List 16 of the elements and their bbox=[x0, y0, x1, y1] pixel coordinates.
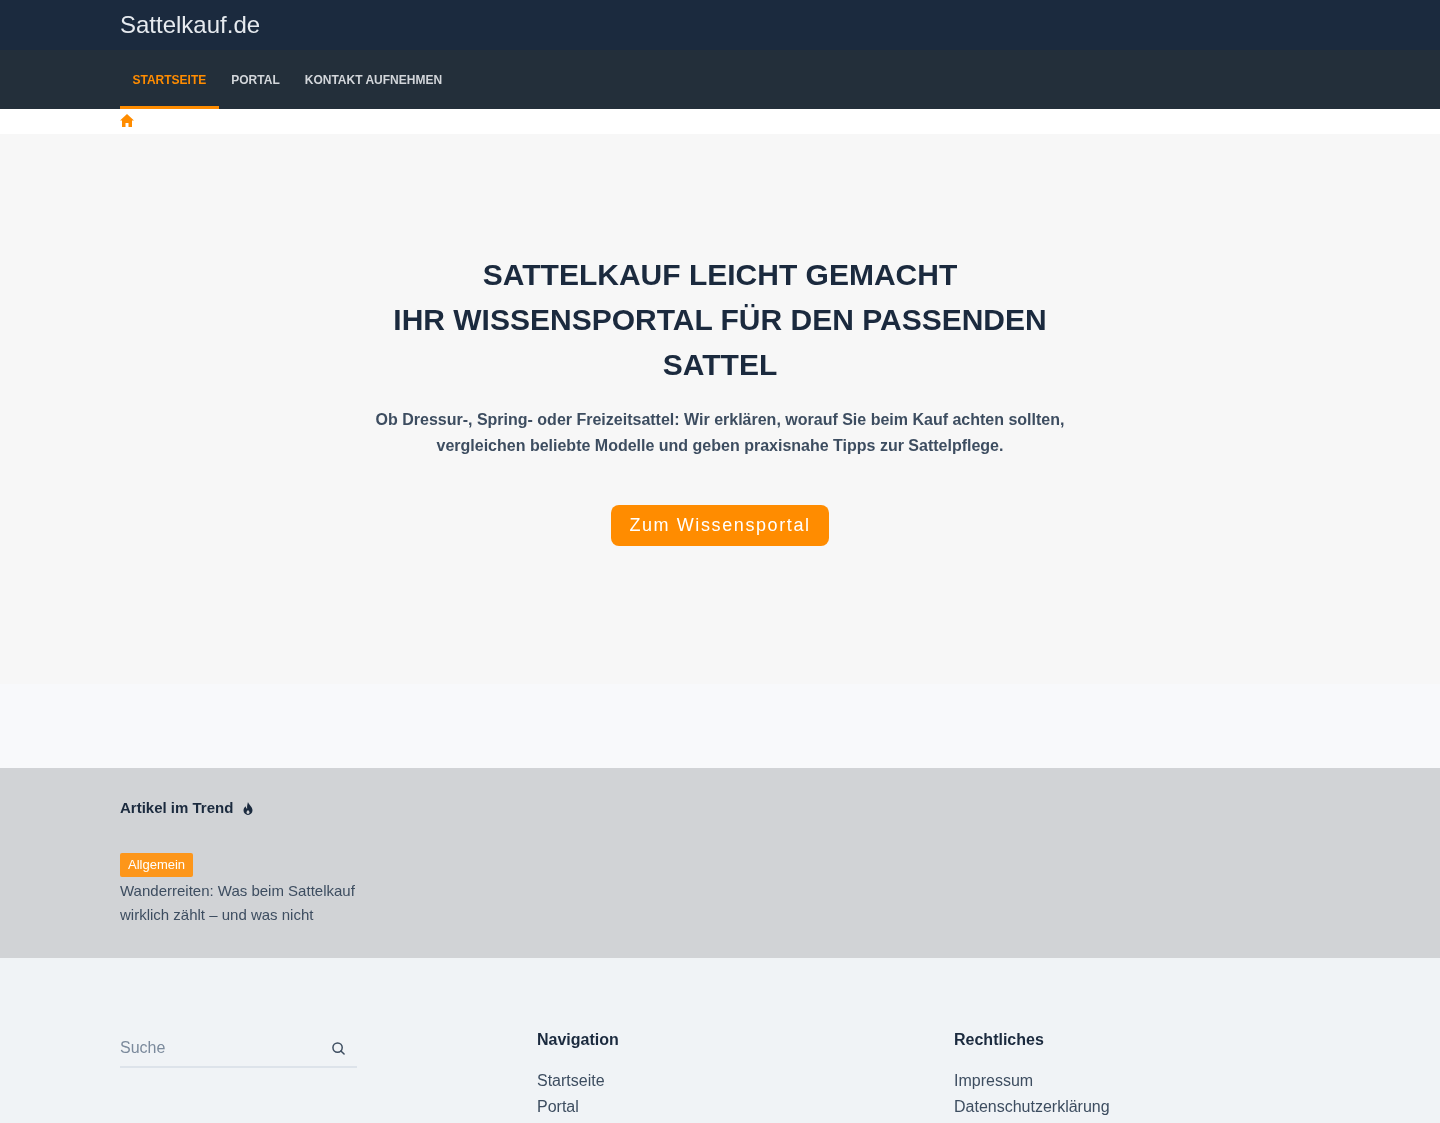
flame-icon bbox=[243, 801, 254, 815]
search-field[interactable]: Suche bbox=[120, 1030, 357, 1068]
trending-heading: Artikel im Trend bbox=[120, 799, 234, 817]
nav-link[interactable]: PORTAL bbox=[218, 50, 293, 109]
hero-subtitle: Ob Dressur-, Spring- oder Freizeitsattel: Wir erklären, worauf Sie beim Kauf achten sollten, vergleichen beliebte Modelle und geben praxisnahe Tipps zur Sattelpflege. bbox=[374, 410, 1066, 456]
footer-link[interactable]: Impressum bbox=[954, 1068, 1034, 1094]
footer-link[interactable]: Datenschutzerklärung bbox=[954, 1094, 1110, 1120]
search-icon[interactable] bbox=[332, 1042, 345, 1055]
article-link[interactable]: Wanderreiten: Was beim Sattelkauf wirklich zählt – und was nicht bbox=[120, 879, 380, 927]
site-title[interactable]: Sattelkauf.de bbox=[120, 11, 261, 39]
nav-link[interactable]: KONTAKT AUFNEHMEN bbox=[292, 50, 455, 109]
hero-title: SATTELKAUF LEICHT GEMACHT IHR WISSENSPORTAL FÜR DEN PASSENDEN SATTEL bbox=[392, 257, 1048, 383]
footer-link[interactable]: Startseite bbox=[537, 1068, 605, 1094]
footer-link[interactable]: Portal bbox=[537, 1094, 579, 1120]
footer-heading: Navigation bbox=[537, 1030, 620, 1050]
footer-heading: Rechtliches bbox=[954, 1030, 1045, 1050]
